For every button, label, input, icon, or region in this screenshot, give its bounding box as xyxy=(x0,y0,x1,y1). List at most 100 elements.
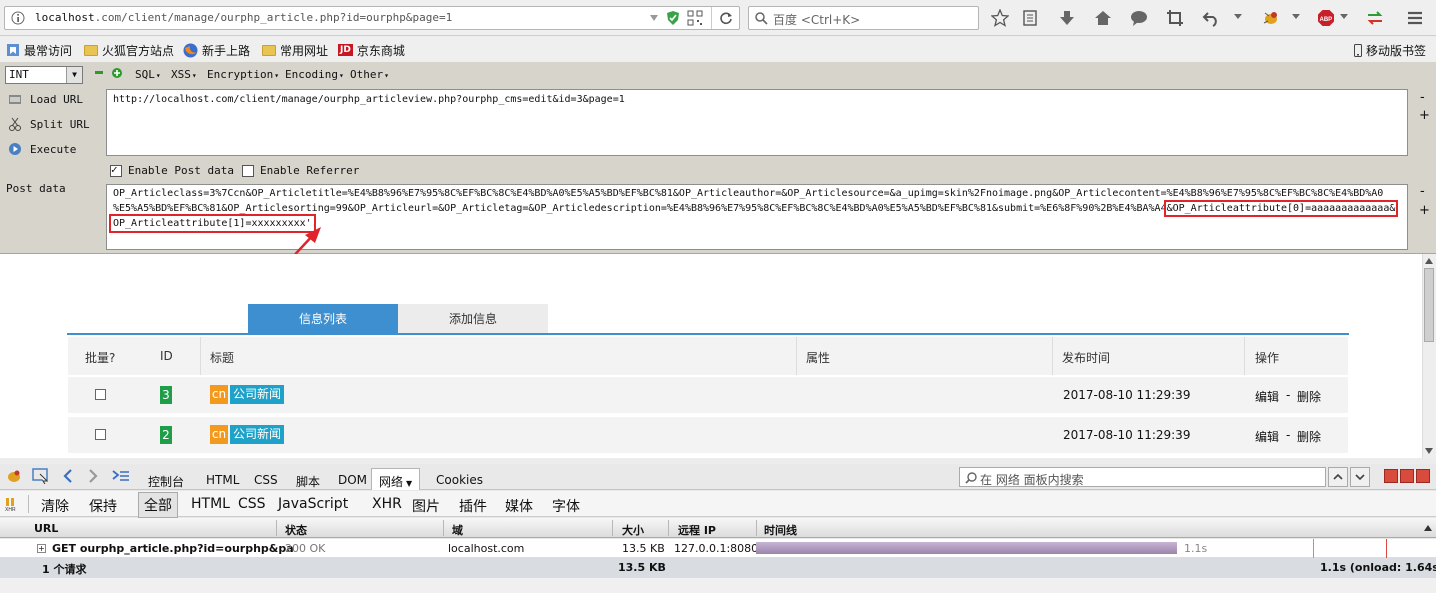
url-textarea[interactable]: http://localhost.com/client/manage/ourph… xyxy=(106,89,1408,156)
increase-icon[interactable] xyxy=(112,68,122,78)
url-text[interactable]: localhost.com/client/manage/ourphp_artic… xyxy=(35,11,452,24)
bookmark-jd-mall[interactable]: JD 京东商城 xyxy=(338,41,405,59)
filter-javascript[interactable]: JavaScript xyxy=(278,496,348,512)
filter-css[interactable]: CSS xyxy=(238,496,266,512)
adblock-icon[interactable]: ABP xyxy=(1317,9,1335,27)
split-url-button[interactable]: Split URL xyxy=(8,115,90,133)
edit-link[interactable]: 编辑 xyxy=(1255,388,1279,405)
inspect-icon[interactable] xyxy=(32,468,50,484)
info-icon[interactable] xyxy=(11,11,25,25)
qr-code-icon[interactable] xyxy=(687,10,703,26)
bookmark-getting-started[interactable]: 新手上路 xyxy=(183,41,250,59)
col-url[interactable]: URL xyxy=(34,522,58,535)
expand-icon[interactable]: + xyxy=(37,544,46,553)
url-expand-button[interactable]: + xyxy=(1419,108,1430,123)
sync-arrows-icon[interactable] xyxy=(1366,9,1384,27)
bookmark-common-sites[interactable]: 常用网址 xyxy=(262,41,328,59)
scroll-up-icon[interactable] xyxy=(1425,258,1433,264)
row-checkbox[interactable] xyxy=(95,389,106,400)
mobile-bookmarks[interactable]: 移动版书签 xyxy=(1354,41,1426,59)
url-shrink-button[interactable]: - xyxy=(1420,90,1425,105)
post-expand-button[interactable]: + xyxy=(1419,203,1430,218)
forward-arrow-icon[interactable] xyxy=(88,469,98,483)
tab-add-info[interactable]: 添加信息 xyxy=(398,304,548,334)
undo-icon[interactable] xyxy=(1202,9,1220,27)
xhr-icon[interactable]: XHR xyxy=(5,497,21,511)
select-arrow-icon[interactable]: ▼ xyxy=(66,67,82,83)
bookmark-most-visited[interactable]: 最常访问 xyxy=(6,41,72,59)
row-checkbox[interactable] xyxy=(95,429,106,440)
other-menu[interactable]: Other xyxy=(350,68,389,81)
home-icon[interactable] xyxy=(1094,9,1112,27)
filter-images[interactable]: 图片 xyxy=(412,496,440,516)
crop-icon[interactable] xyxy=(1166,9,1184,27)
command-line-icon[interactable] xyxy=(112,470,130,482)
shield-icon[interactable] xyxy=(665,10,681,26)
enable-referrer-checkbox[interactable]: Enable Referrer xyxy=(242,164,359,177)
tab-network[interactable]: 网络 ▼ xyxy=(371,468,421,490)
persist-button[interactable]: 保持 xyxy=(89,496,117,516)
menu-icon[interactable] xyxy=(1406,9,1424,27)
post-shrink-button[interactable]: - xyxy=(1420,184,1425,199)
firebug-icon[interactable] xyxy=(1262,9,1280,27)
bookmark-firefox-official[interactable]: 火狐官方站点 xyxy=(84,41,174,59)
tab-cookies[interactable]: Cookies xyxy=(436,473,483,487)
search-prev-button[interactable] xyxy=(1328,467,1348,487)
col-timeline[interactable]: 时间线 xyxy=(764,522,797,538)
reload-icon[interactable] xyxy=(719,11,733,25)
dropdown-arrow-icon[interactable] xyxy=(649,13,659,23)
filter-media[interactable]: 媒体 xyxy=(505,496,533,516)
filter-plugins[interactable]: 插件 xyxy=(459,496,487,516)
tab-info-list[interactable]: 信息列表 xyxy=(248,304,398,334)
star-bookmark-icon[interactable] xyxy=(991,9,1009,27)
panel-search-input[interactable]: 在 网络 面板内搜索 xyxy=(959,467,1326,487)
chevron-down-icon[interactable] xyxy=(1234,14,1242,20)
chevron-down-icon[interactable] xyxy=(1292,14,1300,20)
tab-script[interactable]: 脚本 xyxy=(296,473,320,490)
category-badge[interactable]: 公司新闻 xyxy=(230,425,285,444)
col-status[interactable]: 状态 xyxy=(285,522,307,538)
back-arrow-icon[interactable] xyxy=(63,469,73,483)
encoding-menu[interactable]: Encoding xyxy=(285,68,344,81)
search-next-button[interactable] xyxy=(1350,467,1370,487)
filter-all[interactable]: 全部 xyxy=(138,492,178,518)
tab-console[interactable]: 控制台 xyxy=(148,473,184,490)
checkbox-unchecked-icon[interactable] xyxy=(242,164,254,177)
chat-icon[interactable] xyxy=(1130,9,1148,27)
minimize-icon[interactable] xyxy=(1384,469,1398,483)
sort-arrow-icon[interactable] xyxy=(1424,525,1432,531)
filter-html[interactable]: HTML xyxy=(191,496,230,512)
tab-css[interactable]: CSS xyxy=(254,473,278,487)
sql-menu[interactable]: SQL xyxy=(135,68,161,81)
scroll-down-icon[interactable] xyxy=(1425,448,1433,454)
firebug-icon[interactable] xyxy=(6,469,22,483)
search-box[interactable]: 百度 <Ctrl+K> xyxy=(748,6,979,30)
category-badge[interactable]: 公司新闻 xyxy=(230,385,285,404)
delete-link[interactable]: 删除 xyxy=(1297,428,1321,445)
enable-post-checkbox[interactable]: Enable Post data xyxy=(110,163,234,177)
delete-link[interactable]: 删除 xyxy=(1297,388,1321,405)
encryption-menu[interactable]: Encryption xyxy=(207,68,279,81)
decrease-icon[interactable] xyxy=(95,71,103,74)
scrollbar-thumb[interactable] xyxy=(1424,268,1434,342)
chevron-down-icon[interactable]: ▼ xyxy=(406,479,412,488)
tab-html[interactable]: HTML xyxy=(206,473,239,487)
load-url-button[interactable]: Load URL xyxy=(8,90,83,108)
col-size[interactable]: 大小 xyxy=(622,522,644,538)
reading-list-icon[interactable] xyxy=(1021,9,1039,27)
checkbox-checked-icon[interactable] xyxy=(110,163,122,177)
col-remote-ip[interactable]: 远程 IP xyxy=(678,522,716,538)
tab-dom[interactable]: DOM xyxy=(338,473,367,487)
col-domain[interactable]: 域 xyxy=(452,522,463,538)
chevron-down-icon[interactable] xyxy=(1340,14,1348,20)
type-select[interactable]: INT ▼ xyxy=(5,66,83,84)
download-icon[interactable] xyxy=(1058,9,1076,27)
network-request-row[interactable]: + GET ourphp_article.php?id=ourphp&pa 20… xyxy=(0,539,1436,558)
clear-button[interactable]: 清除 xyxy=(41,496,69,516)
address-bar[interactable]: localhost.com/client/manage/ourphp_artic… xyxy=(4,6,740,30)
xss-menu[interactable]: XSS xyxy=(171,68,197,81)
filter-fonts[interactable]: 字体 xyxy=(552,496,580,516)
filter-xhr[interactable]: XHR xyxy=(372,496,402,512)
execute-button[interactable]: Execute xyxy=(8,140,76,158)
edit-link[interactable]: 编辑 xyxy=(1255,428,1279,445)
